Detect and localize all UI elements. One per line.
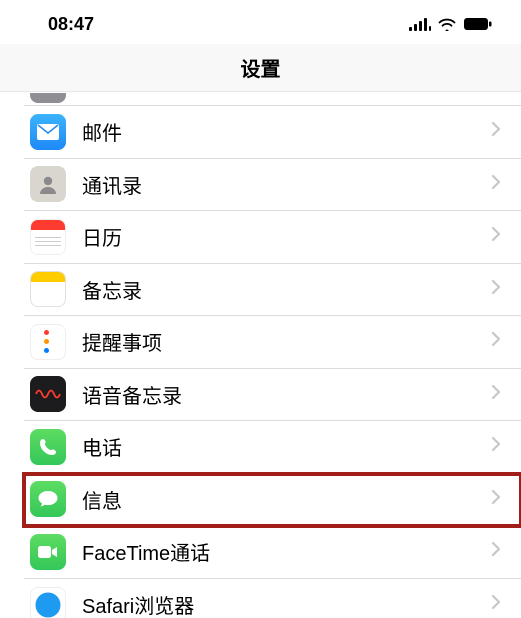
row-calendar-label: 日历	[82, 222, 491, 251]
chevron-right-icon	[491, 436, 501, 457]
notes-icon	[30, 271, 66, 307]
row-mail[interactable]: 邮件	[24, 106, 521, 159]
row-phone[interactable]: 电话	[24, 421, 521, 474]
status-bar: 08:47	[0, 0, 521, 44]
row-voice-memos[interactable]: 语音备忘录	[24, 369, 521, 422]
settings-screen: 08:47	[0, 0, 521, 618]
chevron-right-icon	[491, 384, 501, 405]
row-notes[interactable]: 备忘录	[24, 264, 521, 317]
navigation-bar: 设置	[0, 44, 521, 92]
reminders-icon	[30, 324, 66, 360]
battery-icon	[463, 17, 493, 31]
facetime-icon	[30, 534, 66, 570]
mail-icon	[30, 114, 66, 150]
chevron-right-icon	[491, 541, 501, 562]
messages-icon	[30, 481, 66, 517]
chevron-right-icon	[491, 121, 501, 142]
row-contacts-label: 通讯录	[82, 170, 491, 199]
row-notes-label: 备忘录	[82, 275, 491, 304]
chevron-right-icon	[491, 594, 501, 615]
row-contacts[interactable]: 通讯录	[24, 159, 521, 212]
row-mail-label: 邮件	[82, 117, 491, 146]
row-messages[interactable]: 信息	[24, 474, 521, 527]
row-facetime[interactable]: FaceTime通话	[24, 526, 521, 579]
phone-icon	[30, 429, 66, 465]
status-indicators	[409, 17, 493, 31]
partial-row	[24, 92, 521, 106]
row-voice-memos-label: 语音备忘录	[82, 380, 491, 409]
row-reminders[interactable]: 提醒事项	[24, 316, 521, 369]
status-time: 08:47	[48, 14, 94, 35]
page-title: 设置	[241, 53, 281, 82]
partial-row-icon	[30, 93, 66, 103]
cellular-icon	[409, 17, 431, 31]
safari-icon	[30, 587, 66, 618]
contacts-icon	[30, 166, 66, 202]
row-phone-label: 电话	[82, 432, 491, 461]
voice-memos-icon	[30, 376, 66, 412]
row-calendar[interactable]: 日历	[24, 211, 521, 264]
row-safari-label: Safari浏览器	[82, 590, 491, 618]
chevron-right-icon	[491, 226, 501, 247]
row-reminders-label: 提醒事项	[82, 327, 491, 356]
row-facetime-label: FaceTime通话	[82, 537, 491, 566]
row-safari[interactable]: Safari浏览器	[24, 579, 521, 618]
wifi-icon	[437, 17, 457, 31]
calendar-icon	[30, 219, 66, 255]
settings-list: 邮件 通讯录 日历 备忘录	[24, 106, 521, 618]
chevron-right-icon	[491, 331, 501, 352]
chevron-right-icon	[491, 174, 501, 195]
chevron-right-icon	[491, 489, 501, 510]
row-messages-label: 信息	[82, 485, 491, 514]
chevron-right-icon	[491, 279, 501, 300]
